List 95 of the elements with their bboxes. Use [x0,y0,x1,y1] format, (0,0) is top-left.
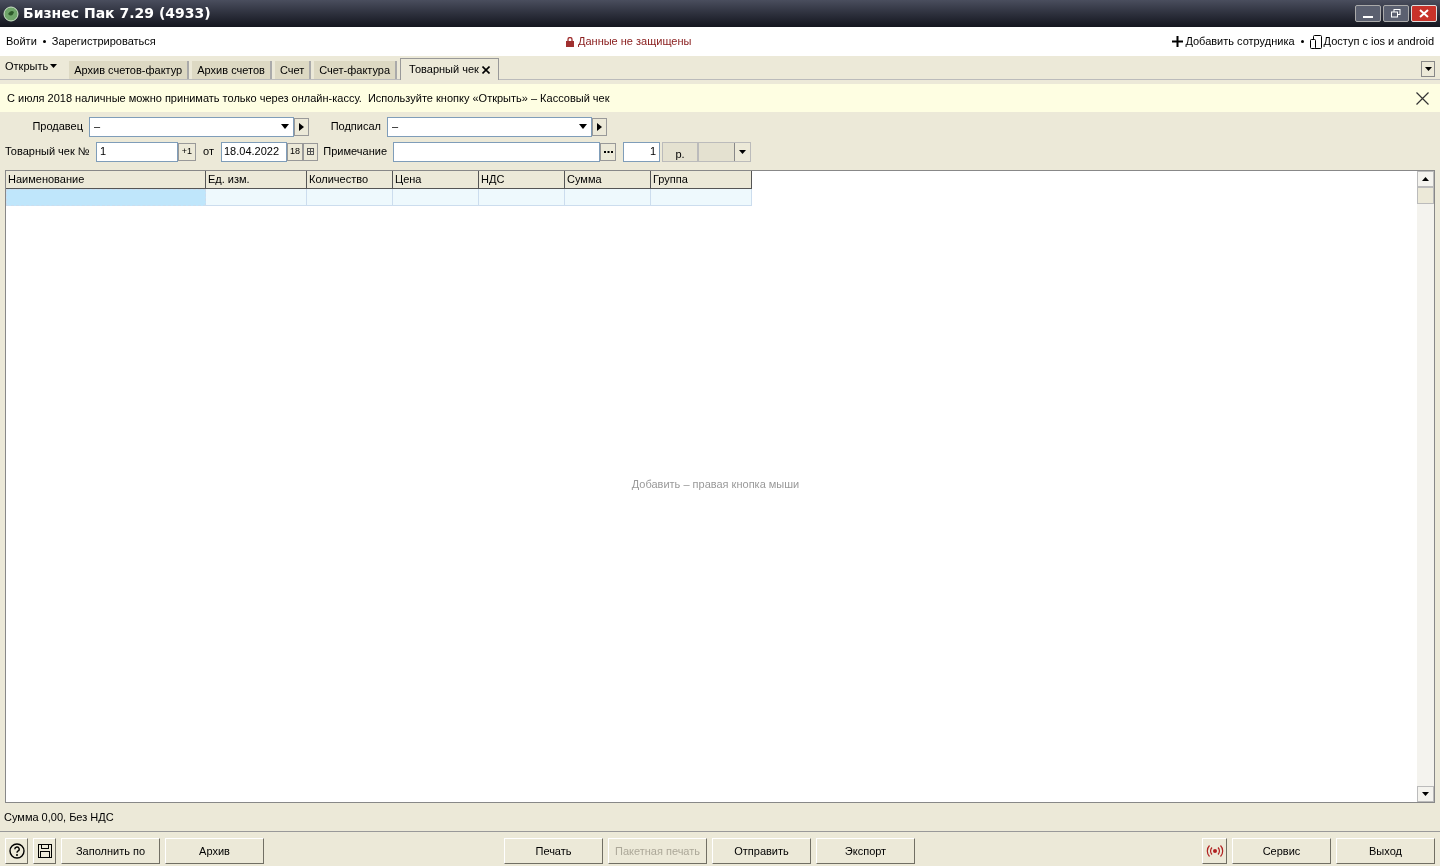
tab-list-dropdown[interactable] [1421,61,1435,77]
button[interactable]: Печать [504,838,603,864]
field-value: 1 [649,144,656,160]
link[interactable]: Доступ с ios и android [1309,33,1434,50]
column-header[interactable]: НДС [479,171,565,189]
field-label: Товарный чек № [5,144,91,160]
scroll-thumb[interactable] [1417,187,1434,204]
tab[interactable]: Товарный чек [400,58,499,80]
today-button[interactable]: 18 [287,142,303,161]
browse-button[interactable] [600,142,616,161]
bullet-icon [42,40,46,43]
column-header[interactable]: Группа [651,171,752,189]
restore-icon [1391,9,1401,18]
calendar-grid-icon [307,148,314,155]
save-button[interactable] [33,838,56,864]
field-label: от [202,144,215,160]
save-icon [37,844,52,858]
column-header[interactable]: Цена [393,171,479,189]
increment-button[interactable]: +1 [178,142,196,161]
caret-icon [1424,67,1432,71]
field-value: – [392,119,400,135]
field-label: Подписал [329,119,382,135]
caret-icon [579,124,587,129]
field-value: – [94,119,102,135]
receipt-number-field[interactable]: 1 [96,141,178,162]
table-cell[interactable] [651,189,752,206]
table-cell[interactable] [307,189,393,206]
broadcast-button[interactable] [1202,838,1227,864]
button[interactable]: Выход [1336,838,1435,864]
column-header[interactable]: Ед. изм. [206,171,307,189]
arrow-right-icon [299,122,304,131]
close-icon [1419,9,1429,18]
open-menu-button[interactable]: Открыть [5,57,68,79]
bullet-icon [1300,40,1304,43]
field-label: Продавец [31,119,84,135]
restore-button[interactable] [1383,5,1409,22]
button[interactable]: Заполнить по [61,838,160,864]
app-logo-icon [3,5,19,22]
table-cell[interactable] [565,189,651,206]
tab[interactable]: Счет [274,61,312,79]
link[interactable]: Добавить сотрудника [1172,33,1295,50]
status-text: Сумма 0,00, Без НДС [4,809,114,825]
help-button[interactable] [5,838,28,864]
column-header[interactable]: Сумма [565,171,651,189]
tab[interactable]: Архив счетов [192,61,272,79]
close-icon [1416,91,1429,105]
seller-dropdown[interactable]: – [89,116,294,137]
caret-icon [739,149,746,154]
broadcast-icon [1205,845,1224,857]
note-field[interactable] [393,141,600,162]
calendar-button[interactable] [303,142,318,161]
close-banner-button[interactable] [1416,91,1429,105]
scroll-down-icon [1422,792,1429,796]
tab[interactable]: Архив счетов-фактур [69,61,190,79]
help-icon [8,843,25,859]
devices-icon [1309,34,1322,49]
table-cell[interactable] [393,189,479,206]
field-label: Примечание [322,144,388,160]
button[interactable]: Экспорт [816,838,915,864]
table-cell[interactable] [479,189,565,206]
link[interactable]: Зарегистрироваться [51,33,156,50]
signed-dropdown[interactable]: – [387,116,592,137]
table-cell[interactable] [6,189,206,206]
vertical-scrollbar[interactable] [1417,171,1434,802]
open-seller-button[interactable] [294,117,309,136]
scroll-up-icon [1422,177,1429,181]
table-cell[interactable] [206,189,307,206]
tab[interactable]: Счет-фактура [314,61,398,79]
quantity-field[interactable]: 1 [623,141,660,162]
column-header[interactable]: Наименование [6,171,206,189]
button[interactable]: Отправить [712,838,811,864]
field-value: 1 [100,144,107,160]
caret-icon [50,64,58,68]
close-button[interactable] [1411,5,1437,22]
plus-icon [1172,36,1184,47]
ellipsis-icon [603,150,613,153]
close-tab-icon[interactable] [481,65,490,74]
arrow-right-icon [597,122,602,131]
window-title: Бизнес Пак 7.29 (4933) [23,4,211,23]
button[interactable]: Архив [165,838,264,864]
field-value: 18.04.2022 [224,144,280,160]
minimize-button[interactable] [1355,5,1381,22]
banner-text: С июля 2018 наличные можно принимать только через онлайн-кассу. Используйте кнопку «Открыть» – Кассовый чек [7,90,610,106]
lock-icon [566,36,574,47]
link[interactable]: Войти [6,33,37,50]
security-notice: Данные не защищены [578,34,692,50]
caret-icon [281,124,289,129]
column-header[interactable]: Количество [307,171,393,189]
currency-button[interactable]: р. [662,141,698,162]
empty-table-hint: Добавить – правая кнопка мыши [631,476,800,492]
minimize-icon [1363,16,1373,18]
open-signer-button[interactable] [592,117,607,136]
date-field[interactable]: 18.04.2022 [221,141,287,162]
button[interactable]: Сервис [1232,838,1331,864]
currency-dropdown[interactable] [698,141,751,162]
